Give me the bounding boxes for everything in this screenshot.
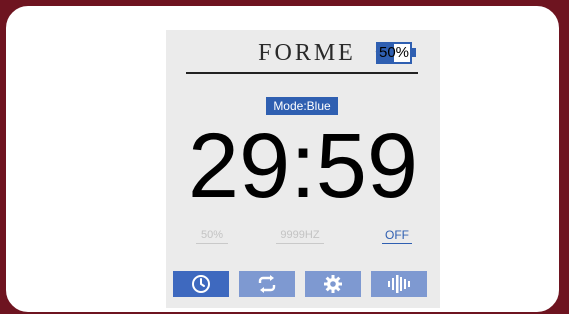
settings-icon <box>324 275 342 293</box>
clock-icon <box>192 275 210 293</box>
tab-settings[interactable] <box>305 271 361 297</box>
battery-level-label: 50% <box>378 44 410 61</box>
tab-vibration[interactable] <box>371 271 427 297</box>
battery-indicator: 50% <box>376 42 412 64</box>
vibration-icon <box>388 275 410 293</box>
brand-logo: FORME™ <box>242 40 382 66</box>
countdown-timer: 29:59 <box>187 115 419 217</box>
frequency-value[interactable]: 9999HZ <box>276 227 324 244</box>
header-divider <box>186 72 418 74</box>
brand-name: FORME <box>258 40 356 66</box>
intensity-value[interactable]: 50% <box>196 227 228 244</box>
device-screen: FORME™ 50% Mode:Blue 29:59 50% 9999HZ OF… <box>166 30 440 308</box>
power-state-toggle[interactable]: OFF <box>382 227 412 244</box>
repeat-icon <box>258 275 276 293</box>
tab-timer[interactable] <box>173 271 229 297</box>
device-frame: FORME™ 50% Mode:Blue 29:59 50% 9999HZ OF… <box>4 4 561 314</box>
battery-tip <box>412 48 416 57</box>
tab-cycle[interactable] <box>239 271 295 297</box>
mode-badge[interactable]: Mode:Blue <box>266 97 338 115</box>
